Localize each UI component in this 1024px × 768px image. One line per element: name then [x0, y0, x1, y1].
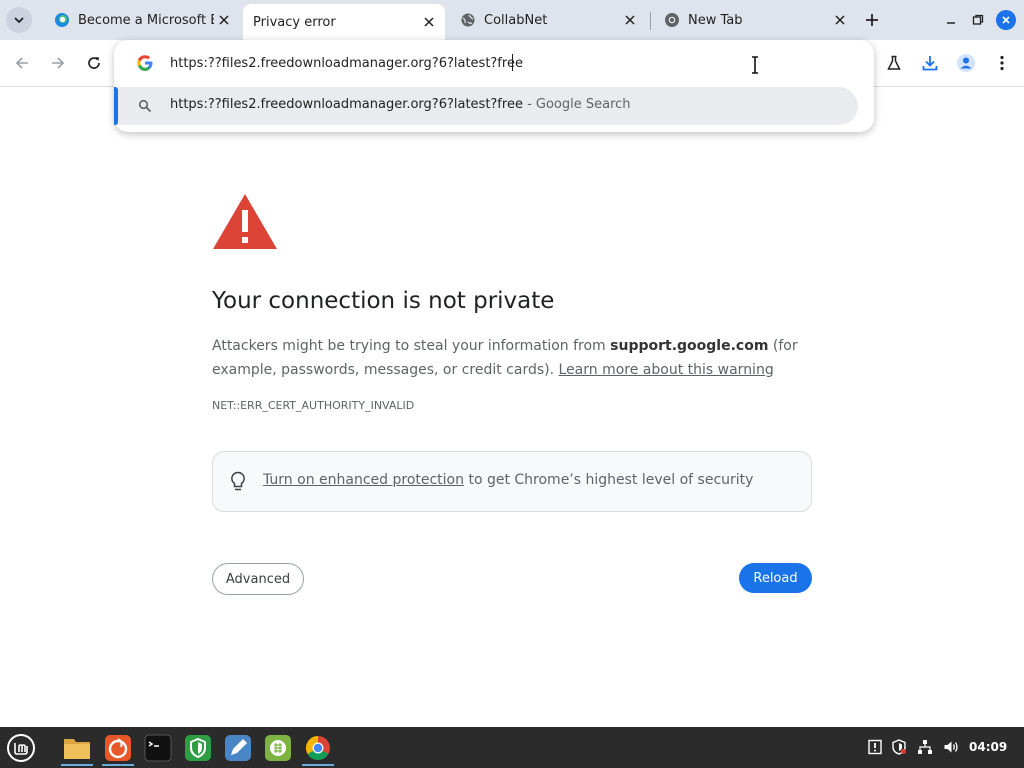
minimize-icon — [947, 22, 955, 24]
more-vert-icon — [1000, 55, 1004, 71]
suggestion-suffix: - Google Search — [522, 97, 631, 112]
forward-button[interactable] — [46, 51, 70, 75]
error-code: NET::ERR_CERT_AUTHORITY_INVALID — [212, 399, 415, 412]
mint-menu-button[interactable] — [3, 730, 39, 766]
taskbar-security-app[interactable] — [180, 730, 216, 766]
enhanced-protection-description: to get Chrome’s highest level of securit… — [464, 472, 754, 488]
reload-button[interactable]: Reload — [739, 563, 812, 593]
tray-network[interactable] — [916, 738, 934, 756]
back-arrow-icon — [15, 57, 28, 69]
screen: Become a Microsoft Ec Privacy error Coll… — [0, 0, 1024, 768]
forward-arrow-icon — [52, 57, 65, 69]
volume-icon — [944, 741, 958, 753]
new-tab-button[interactable] — [860, 8, 884, 32]
taskbar-spreadsheet[interactable] — [260, 730, 296, 766]
edge-icon — [54, 12, 70, 28]
close-icon[interactable] — [620, 10, 640, 30]
taskbar-text-editor[interactable] — [220, 730, 256, 766]
error-page: Your connection is not private Attackers… — [0, 88, 1024, 726]
text-caret — [512, 54, 513, 71]
selection-indicator — [114, 87, 118, 125]
active-indicator — [302, 764, 334, 766]
page-title: Your connection is not private — [212, 288, 555, 314]
flask-icon — [887, 55, 901, 70]
tab-privacy-error[interactable]: Privacy error — [243, 4, 445, 40]
tray-update-manager[interactable] — [866, 738, 884, 756]
text-cursor-icon — [752, 56, 758, 74]
enhanced-protection-text: Turn on enhanced protection to get Chrom… — [263, 472, 753, 488]
suggestion-query: https:??files2.freedownloadmanager.org?6… — [170, 97, 523, 112]
error-description: Attackers might be trying to steal your … — [212, 334, 812, 382]
profile-button[interactable] — [954, 51, 978, 75]
close-icon[interactable] — [830, 10, 850, 30]
terminal-icon — [144, 734, 172, 762]
tab-microsoft-edge[interactable]: Become a Microsoft Ec — [40, 4, 240, 36]
maximize-button[interactable] — [968, 10, 988, 30]
chevron-down-icon — [14, 17, 24, 24]
tab-strip: Become a Microsoft Ec Privacy error Coll… — [0, 0, 1024, 40]
minimize-button[interactable] — [941, 10, 961, 30]
plus-icon — [866, 14, 878, 26]
taskbar-chrome[interactable] — [300, 730, 336, 766]
refresh-icon — [88, 57, 100, 69]
close-icon[interactable] — [214, 10, 234, 30]
advanced-button[interactable]: Advanced — [212, 563, 304, 595]
enhanced-protection-link[interactable]: Turn on enhanced protection — [263, 472, 464, 488]
search-suggestion[interactable]: https:??files2.freedownloadmanager.org?6… — [114, 87, 858, 125]
tab-search-button[interactable] — [6, 7, 32, 33]
labs-button[interactable] — [882, 51, 906, 75]
tray-volume[interactable] — [942, 738, 960, 756]
files-icon — [64, 739, 90, 759]
active-indicator — [61, 764, 93, 766]
taskbar: 04:09 — [0, 727, 1024, 768]
shield-app-icon — [185, 735, 211, 761]
network-icon — [918, 740, 932, 754]
chrome-icon — [305, 736, 330, 761]
search-icon — [138, 99, 152, 113]
close-icon — [1002, 16, 1010, 24]
description-text: Attackers might be trying to steal your … — [212, 338, 611, 354]
taskbar-files[interactable] — [59, 730, 95, 766]
mint-menu-icon — [7, 734, 35, 762]
address-bar-input[interactable] — [170, 52, 730, 74]
lightbulb-icon — [231, 471, 245, 491]
restore-icon — [972, 14, 984, 25]
taskbar-firefox[interactable] — [100, 730, 136, 766]
back-button[interactable] — [10, 51, 34, 75]
download-icon — [922, 56, 938, 71]
suggestion-text: https:??files2.freedownloadmanager.org?6… — [170, 97, 631, 112]
spreadsheet-icon — [265, 735, 291, 761]
editor-icon — [225, 735, 251, 761]
downloads-button[interactable] — [918, 51, 942, 75]
tab-new-tab[interactable]: New Tab — [650, 4, 856, 36]
globe-icon — [460, 12, 476, 28]
google-g-icon — [137, 55, 153, 71]
tray-security[interactable] — [890, 738, 908, 756]
reload-toolbar-button[interactable] — [82, 51, 106, 75]
tab-title: Privacy error — [253, 14, 336, 30]
domain-name: support.google.com — [610, 338, 769, 354]
learn-more-link[interactable]: Learn more about this warning — [559, 362, 774, 378]
active-indicator — [102, 764, 134, 766]
menu-button[interactable] — [990, 51, 1014, 75]
chrome-icon — [664, 12, 680, 28]
update-icon — [868, 739, 882, 755]
firefox-icon — [105, 735, 131, 761]
enhanced-protection-box: Turn on enhanced protection to get Chrom… — [212, 451, 812, 512]
close-icon[interactable] — [419, 12, 439, 32]
tab-title: CollabNet — [484, 12, 548, 28]
avatar-icon — [957, 54, 975, 72]
warning-triangle-icon — [213, 194, 277, 249]
tab-collabnet[interactable]: CollabNet — [446, 4, 646, 36]
tab-title: Become a Microsoft Ec — [78, 12, 214, 28]
taskbar-terminal[interactable] — [140, 730, 176, 766]
clock[interactable]: 04:09 — [969, 740, 1007, 754]
window-close-button[interactable] — [996, 10, 1016, 30]
shield-icon — [892, 739, 906, 755]
tab-title: New Tab — [688, 12, 743, 28]
omnibox-dropdown: https:??files2.freedownloadmanager.org?6… — [114, 40, 874, 132]
